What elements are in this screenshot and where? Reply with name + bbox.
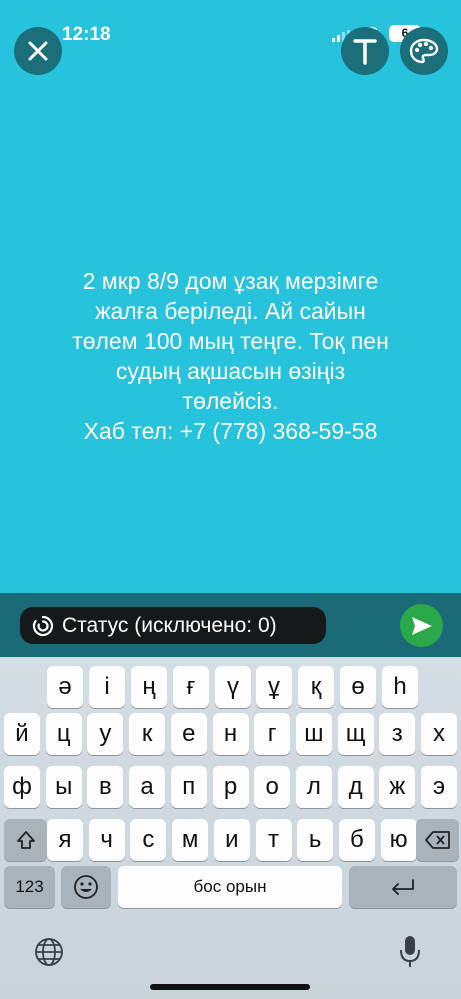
shift-key[interactable]: [4, 819, 47, 861]
key-р[interactable]: р: [212, 766, 249, 808]
key-қ[interactable]: қ: [298, 666, 334, 708]
key-ф[interactable]: ф: [4, 766, 40, 808]
key-х[interactable]: х: [421, 713, 457, 755]
emoji-icon: [74, 875, 98, 899]
backspace-icon: [424, 831, 450, 849]
shift-icon: [16, 831, 35, 849]
key-ч[interactable]: ч: [88, 819, 125, 861]
space-key[interactable]: бос орын: [118, 866, 342, 908]
globe-icon[interactable]: [33, 936, 65, 973]
key-ц[interactable]: ц: [45, 713, 82, 755]
key-ә[interactable]: ә: [47, 666, 83, 708]
story-text[interactable]: 2 мкр 8/9 дом ұзақ мерзімге жалға беріле…: [20, 266, 441, 446]
key-і[interactable]: і: [89, 666, 125, 708]
status-ring-icon: [32, 615, 54, 636]
story-line: Хаб тел: +7 (778) 368-59-58: [83, 418, 378, 444]
return-icon: [392, 879, 414, 895]
key-щ[interactable]: щ: [337, 713, 374, 755]
key-ғ[interactable]: ғ: [173, 666, 209, 708]
emoji-key[interactable]: [61, 866, 111, 908]
key-м[interactable]: м: [172, 819, 209, 861]
key-в[interactable]: в: [87, 766, 124, 808]
key-һ[interactable]: һ: [382, 666, 418, 708]
key-й[interactable]: й: [4, 713, 40, 755]
key-ю[interactable]: ю: [380, 819, 417, 861]
story-line: судың ақшасын өзіңіз: [115, 358, 346, 384]
key-ө[interactable]: ө: [340, 666, 376, 708]
home-indicator: [150, 984, 310, 990]
key-ы[interactable]: ы: [45, 766, 82, 808]
key-у[interactable]: у: [87, 713, 124, 755]
numbers-key[interactable]: 123: [4, 866, 55, 908]
key-к[interactable]: к: [129, 713, 166, 755]
send-icon: [411, 616, 432, 635]
return-key[interactable]: [349, 866, 457, 908]
send-button[interactable]: [400, 604, 443, 647]
key-ң[interactable]: ң: [131, 666, 167, 708]
story-line: 2 мкр 8/9 дом ұзақ мерзімге: [82, 268, 379, 294]
key-я[interactable]: я: [47, 819, 83, 861]
key-а[interactable]: а: [129, 766, 166, 808]
key-г[interactable]: г: [254, 713, 291, 755]
status-privacy-button[interactable]: Статус (исключено: 0): [20, 607, 326, 644]
key-ь[interactable]: ь: [297, 819, 334, 861]
status-time: 12:18: [62, 24, 111, 45]
text-tool-icon: [353, 39, 377, 65]
key-д[interactable]: д: [337, 766, 374, 808]
key-б[interactable]: б: [338, 819, 375, 861]
palette-icon: [409, 38, 439, 64]
key-ұ[interactable]: ұ: [256, 666, 292, 708]
palette-button[interactable]: [400, 27, 448, 75]
key-л[interactable]: л: [295, 766, 332, 808]
text-tool-button[interactable]: [341, 27, 389, 75]
close-icon: [28, 41, 48, 61]
status-bar: 12:18 4G 6: [0, 0, 461, 50]
key-э[interactable]: э: [421, 766, 457, 808]
microphone-icon[interactable]: [398, 934, 422, 975]
key-о[interactable]: о: [254, 766, 291, 808]
key-н[interactable]: н: [212, 713, 249, 755]
key-с[interactable]: с: [130, 819, 167, 861]
key-п[interactable]: п: [170, 766, 207, 808]
key-ү[interactable]: ү: [215, 666, 251, 708]
status-privacy-label: Статус (исключено: 0): [62, 613, 277, 637]
story-line: төлейсіз.: [182, 388, 279, 414]
key-ш[interactable]: ш: [295, 713, 332, 755]
key-з[interactable]: з: [379, 713, 416, 755]
key-и[interactable]: и: [213, 819, 250, 861]
backspace-key[interactable]: [416, 819, 459, 861]
key-т[interactable]: т: [255, 819, 292, 861]
key-ж[interactable]: ж: [379, 766, 416, 808]
key-е[interactable]: е: [170, 713, 207, 755]
story-line: жалға беріледі. Ай сайын: [95, 298, 366, 324]
story-line: төлем 100 мың теңге. Тоқ пен: [72, 328, 389, 354]
close-button[interactable]: [14, 27, 62, 75]
